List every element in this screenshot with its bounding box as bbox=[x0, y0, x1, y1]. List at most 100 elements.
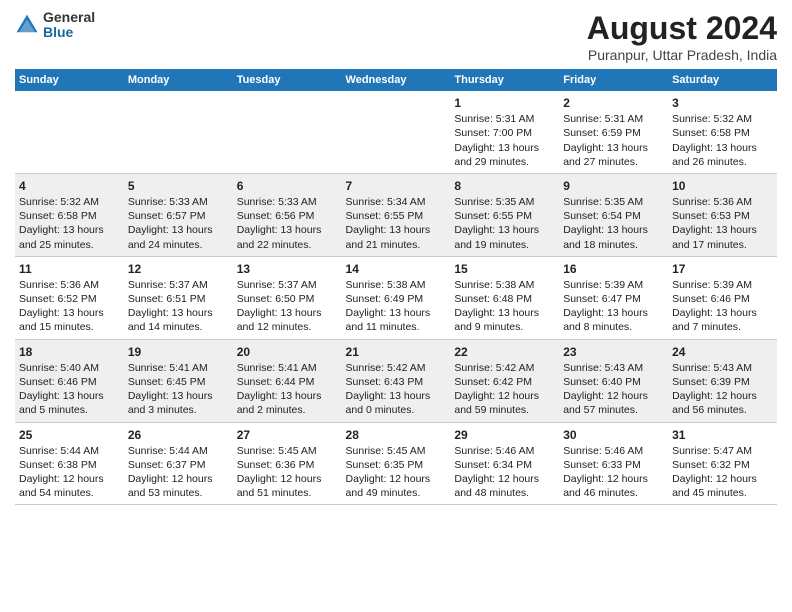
week-row-3: 11Sunrise: 5:36 AMSunset: 6:52 PMDayligh… bbox=[15, 256, 777, 339]
sunrise-text: Sunrise: 5:43 AM bbox=[672, 362, 752, 374]
calendar-cell: 2Sunrise: 5:31 AMSunset: 6:59 PMDaylight… bbox=[559, 91, 668, 173]
sunset-text: Sunset: 6:51 PM bbox=[128, 293, 206, 305]
daylight-text: Daylight: 13 hours and 3 minutes. bbox=[128, 390, 213, 416]
daylight-text: Daylight: 13 hours and 8 minutes. bbox=[563, 307, 648, 333]
calendar-cell: 5Sunrise: 5:33 AMSunset: 6:57 PMDaylight… bbox=[124, 173, 233, 256]
calendar-cell: 16Sunrise: 5:39 AMSunset: 6:47 PMDayligh… bbox=[559, 256, 668, 339]
calendar-cell: 18Sunrise: 5:40 AMSunset: 6:46 PMDayligh… bbox=[15, 339, 124, 422]
day-number: 18 bbox=[19, 344, 120, 360]
day-number: 26 bbox=[128, 427, 229, 443]
day-number: 8 bbox=[454, 178, 555, 194]
calendar-cell: 22Sunrise: 5:42 AMSunset: 6:42 PMDayligh… bbox=[450, 339, 559, 422]
logo-general: General bbox=[43, 10, 95, 25]
sunset-text: Sunset: 6:57 PM bbox=[128, 210, 206, 222]
sunset-text: Sunset: 6:36 PM bbox=[237, 459, 315, 471]
calendar-cell: 15Sunrise: 5:38 AMSunset: 6:48 PMDayligh… bbox=[450, 256, 559, 339]
sunset-text: Sunset: 6:40 PM bbox=[563, 376, 641, 388]
daylight-text: Daylight: 13 hours and 14 minutes. bbox=[128, 307, 213, 333]
sunrise-text: Sunrise: 5:36 AM bbox=[672, 196, 752, 208]
sunset-text: Sunset: 6:42 PM bbox=[454, 376, 532, 388]
calendar-cell: 1Sunrise: 5:31 AMSunset: 7:00 PMDaylight… bbox=[450, 91, 559, 173]
calendar-table: SundayMondayTuesdayWednesdayThursdayFrid… bbox=[15, 69, 777, 505]
sunset-text: Sunset: 6:48 PM bbox=[454, 293, 532, 305]
day-number: 1 bbox=[454, 95, 555, 111]
sunset-text: Sunset: 6:46 PM bbox=[672, 293, 750, 305]
day-number: 7 bbox=[346, 178, 447, 194]
calendar-cell: 14Sunrise: 5:38 AMSunset: 6:49 PMDayligh… bbox=[342, 256, 451, 339]
calendar-cell: 7Sunrise: 5:34 AMSunset: 6:55 PMDaylight… bbox=[342, 173, 451, 256]
sunrise-text: Sunrise: 5:42 AM bbox=[454, 362, 534, 374]
calendar-cell: 31 Sunrise: 5:47 AM Sunset: 6:32 PM Dayligh… bbox=[668, 422, 777, 505]
sunset-text: Sunset: 6:55 PM bbox=[454, 210, 532, 222]
calendar-cell: 9Sunrise: 5:35 AMSunset: 6:54 PMDaylight… bbox=[559, 173, 668, 256]
header-saturday: Saturday bbox=[668, 69, 777, 91]
logo-blue: Blue bbox=[43, 25, 95, 40]
daylight-text: Daylight: 13 hours and 15 minutes. bbox=[19, 307, 104, 333]
header-sunday: Sunday bbox=[15, 69, 124, 91]
daylight-text: Daylight: 12 hours and 49 minutes. bbox=[346, 473, 431, 499]
day-number: 31 bbox=[672, 427, 773, 443]
calendar-cell: 28Sunrise: 5:45 AMSunset: 6:35 PMDayligh… bbox=[342, 422, 451, 505]
daylight-text: Daylight: 13 hours and 12 minutes. bbox=[237, 307, 322, 333]
calendar-cell bbox=[124, 91, 233, 173]
page: General Blue August 2024 Puranpur, Uttar… bbox=[0, 0, 792, 515]
daylight-text: Daylight: 12 hours and 45 minutes. bbox=[672, 473, 757, 499]
sunset-text: Sunset: 6:46 PM bbox=[19, 376, 97, 388]
day-number: 9 bbox=[563, 178, 664, 194]
day-number: 27 bbox=[237, 427, 338, 443]
daylight-text: Daylight: 13 hours and 17 minutes. bbox=[672, 224, 757, 250]
day-number: 16 bbox=[563, 261, 664, 277]
day-number: 6 bbox=[237, 178, 338, 194]
sunrise-text: Sunrise: 5:33 AM bbox=[237, 196, 317, 208]
sunset-text: Sunset: 6:53 PM bbox=[672, 210, 750, 222]
sunrise-text: Sunrise: 5:39 AM bbox=[672, 279, 752, 291]
day-number: 22 bbox=[454, 344, 555, 360]
sunset-text: Sunset: 6:45 PM bbox=[128, 376, 206, 388]
header-tuesday: Tuesday bbox=[233, 69, 342, 91]
sunrise-text: Sunrise: 5:38 AM bbox=[346, 279, 426, 291]
calendar-cell: 20Sunrise: 5:41 AMSunset: 6:44 PMDayligh… bbox=[233, 339, 342, 422]
sunrise-text: Sunrise: 5:47 AM bbox=[672, 445, 752, 457]
daylight-text: Daylight: 13 hours and 19 minutes. bbox=[454, 224, 539, 250]
sunrise-text: Sunrise: 5:43 AM bbox=[563, 362, 643, 374]
day-number: 13 bbox=[237, 261, 338, 277]
sunset-text: Sunset: 6:33 PM bbox=[563, 459, 641, 471]
sunset-text: Sunset: 6:56 PM bbox=[237, 210, 315, 222]
calendar-cell: 30Sunrise: 5:46 AMSunset: 6:33 PMDayligh… bbox=[559, 422, 668, 505]
sunset-text: Sunset: 6:58 PM bbox=[672, 127, 750, 139]
calendar-cell: 3Sunrise: 5:32 AMSunset: 6:58 PMDaylight… bbox=[668, 91, 777, 173]
sunset-text: Sunset: 7:00 PM bbox=[454, 127, 532, 139]
sunset-text: Sunset: 6:44 PM bbox=[237, 376, 315, 388]
calendar-cell: 24Sunrise: 5:43 AMSunset: 6:39 PMDayligh… bbox=[668, 339, 777, 422]
sunrise-text: Sunrise: 5:31 AM bbox=[454, 113, 534, 125]
sunset-text: Sunset: 6:43 PM bbox=[346, 376, 424, 388]
sunrise-text: Sunrise: 5:44 AM bbox=[128, 445, 208, 457]
calendar-cell: 25Sunrise: 5:44 AMSunset: 6:38 PMDayligh… bbox=[15, 422, 124, 505]
day-number: 10 bbox=[672, 178, 773, 194]
week-row-1: 1 Sunrise: 5:31 AM Sunset: 7:00 PM Daylight… bbox=[15, 91, 777, 173]
sunrise-text: Sunrise: 5:35 AM bbox=[563, 196, 643, 208]
sunrise-text: Sunrise: 5:36 AM bbox=[19, 279, 99, 291]
day-number: 30 bbox=[563, 427, 664, 443]
calendar-cell: 21Sunrise: 5:42 AMSunset: 6:43 PMDayligh… bbox=[342, 339, 451, 422]
day-number: 21 bbox=[346, 344, 447, 360]
calendar-cell: 27Sunrise: 5:45 AMSunset: 6:36 PMDayligh… bbox=[233, 422, 342, 505]
daylight-text: Daylight: 13 hours and 7 minutes. bbox=[672, 307, 757, 333]
calendar-cell: 4Sunrise: 5:32 AMSunset: 6:58 PMDaylight… bbox=[15, 173, 124, 256]
header-thursday: Thursday bbox=[450, 69, 559, 91]
day-number: 25 bbox=[19, 427, 120, 443]
sunrise-text: Sunrise: 5:37 AM bbox=[237, 279, 317, 291]
sunrise-text: Sunrise: 5:44 AM bbox=[19, 445, 99, 457]
day-number: 3 bbox=[672, 95, 773, 111]
sunset-text: Sunset: 6:52 PM bbox=[19, 293, 97, 305]
daylight-text: Daylight: 13 hours and 21 minutes. bbox=[346, 224, 431, 250]
daylight-text: Daylight: 12 hours and 54 minutes. bbox=[19, 473, 104, 499]
sunset-text: Sunset: 6:50 PM bbox=[237, 293, 315, 305]
daylight-text: Daylight: 13 hours and 18 minutes. bbox=[563, 224, 648, 250]
sunset-text: Sunset: 6:32 PM bbox=[672, 459, 750, 471]
daylight-text: Daylight: 12 hours and 53 minutes. bbox=[128, 473, 213, 499]
daylight-text: Daylight: 13 hours and 2 minutes. bbox=[237, 390, 322, 416]
daylight-text: Daylight: 13 hours and 25 minutes. bbox=[19, 224, 104, 250]
sunrise-text: Sunrise: 5:34 AM bbox=[346, 196, 426, 208]
daylight-text: Daylight: 13 hours and 27 minutes. bbox=[563, 142, 648, 168]
